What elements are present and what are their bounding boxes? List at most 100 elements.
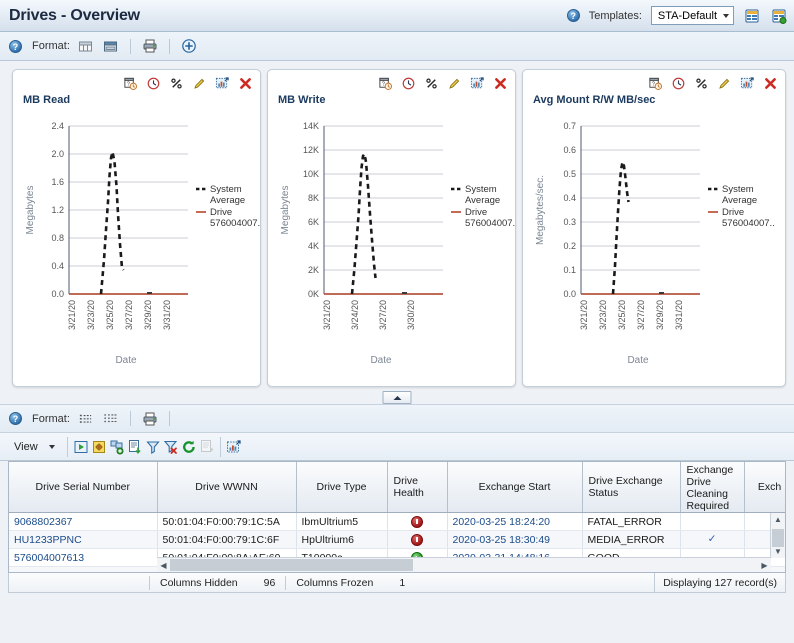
svg-text:3/30/20: 3/30/20 [406,300,416,330]
svg-text:0.1: 0.1 [563,265,576,275]
svg-text:12K: 12K [303,145,319,155]
table-row[interactable]: HU1233PPNC 50:01:04:F0:00:79:1C:6F HpUlt… [9,530,785,549]
column-header-exchange-drive-cleaning-required[interactable]: Exchange Drive Cleaning Required [680,462,745,513]
svg-text:576004007...: 576004007... [722,218,775,229]
clear-filter-icon[interactable] [162,438,180,456]
svg-text:576004007...: 576004007... [210,218,261,229]
table-horizontal-scrollbar[interactable]: ◀ ▶ [157,557,771,572]
cell-drive-serial-number[interactable]: 1310001918 [9,566,158,572]
column-header-exchange-start[interactable]: Exchange Start [447,462,583,513]
edit-icon[interactable] [445,74,463,92]
save-as-new-template-icon[interactable] [770,7,788,25]
table-layout-icon[interactable] [77,37,95,55]
svg-text:Drive: Drive [722,207,744,218]
detach-chart-icon[interactable] [213,74,231,92]
print-icon[interactable] [141,37,159,55]
date-range-icon[interactable]: ? [376,74,394,92]
help-icon[interactable]: ? [9,412,22,425]
svg-text:Megabytes/sec.: Megabytes/sec. [535,175,546,245]
svg-text:0.0: 0.0 [51,289,64,299]
cell-drive-exchange-status: FATAL_ERROR [582,512,681,531]
svg-text:3/29/20: 3/29/20 [655,300,665,330]
cell-exchange-start[interactable]: 2020-03-25 18:24:20 [447,512,583,531]
svg-text:1.6: 1.6 [51,177,64,187]
edit-icon[interactable] [715,74,733,92]
scroll-left-icon[interactable]: ◀ [157,559,170,572]
new-query-icon[interactable] [90,438,108,456]
view-menu-button[interactable]: View [8,439,63,455]
close-icon[interactable] [761,74,779,92]
scroll-up-icon[interactable]: ▲ [771,513,785,526]
print-icon[interactable] [141,410,159,428]
column-header-drive-type[interactable]: Drive Type [296,462,388,513]
edit-icon[interactable] [190,74,208,92]
table-vertical-scrollbar[interactable]: ▲ ▼ [770,513,785,558]
column-header-drive-exchange-status[interactable]: Drive Exchange Status [582,462,681,513]
column-header-exch[interactable]: Exch [744,462,785,513]
chart-legend: System Average Drive 576004007... [708,184,775,229]
percent-icon[interactable] [167,74,185,92]
detail-icon[interactable] [198,438,216,456]
cell-exchange-start[interactable]: 2020-03-25 18:30:49 [447,530,583,549]
time-range-icon[interactable] [399,74,417,92]
svg-text:?: ? [651,81,654,87]
close-icon[interactable] [236,74,254,92]
detach-icon[interactable] [225,438,243,456]
export-icon[interactable] [126,438,144,456]
stacked-layout-icon[interactable] [102,37,120,55]
splitter-collapse-handle[interactable] [382,391,412,404]
columns-hidden-group: Columns Hidden 96 [150,573,285,592]
status-error-icon [411,533,423,546]
save-template-icon[interactable] [743,7,761,25]
status-bar-spacer [9,573,149,592]
date-range-icon[interactable]: ? [121,74,139,92]
cell-drive-serial-number[interactable]: 9068802367 [9,512,158,531]
close-icon[interactable] [491,74,509,92]
svg-text:System: System [722,184,754,195]
column-header-drive-wwnn[interactable]: Drive WWNN [157,462,297,513]
detach-chart-icon[interactable] [738,74,756,92]
column-header-drive-serial-number[interactable]: Drive Serial Number [9,462,158,513]
charts-region: ? MB Read 2.4 2.0 1.6 1.2 0.8 0.4 0.0 Me… [0,61,794,391]
svg-text:0K: 0K [308,289,319,299]
svg-text:576004007...: 576004007... [465,218,516,229]
percent-icon[interactable] [422,74,440,92]
column-header-drive-health[interactable]: Drive Health [387,462,448,513]
table-row[interactable]: 9068802367 50:01:04:F0:00:79:1C:5A IbmUl… [9,512,785,531]
filter-icon[interactable] [144,438,162,456]
toolbar-divider [219,436,221,457]
svg-text:3/21/20: 3/21/20 [579,300,589,330]
time-range-icon[interactable] [669,74,687,92]
svg-text:1.2: 1.2 [51,205,64,215]
cell-drive-serial-number[interactable]: 576004007613 [9,548,158,567]
svg-text:0.0: 0.0 [563,289,576,299]
cell-drive-wwnn: 50:01:04:F0:00:79:1C:5A [157,512,297,531]
execute-icon[interactable] [72,438,90,456]
time-range-icon[interactable] [144,74,162,92]
date-range-icon[interactable]: ? [646,74,664,92]
chart-plot: 0.7 0.6 0.5 0.4 0.3 0.2 0.1 0.0 Megabytes/se… [523,110,785,386]
detach-chart-icon[interactable] [468,74,486,92]
template-select[interactable]: STA-Default [650,6,734,25]
title-bar: Drives - Overview ? Templates: STA-Defau… [0,0,794,32]
svg-text:0.8: 0.8 [51,233,64,243]
cell-drive-serial-number[interactable]: HU1233PPNC [9,530,158,549]
horizontal-scroll-thumb[interactable] [170,559,413,571]
single-list-icon[interactable] [77,410,95,428]
cell-cleaning-required [680,512,745,531]
duplicate-icon[interactable] [108,438,126,456]
add-chart-icon[interactable] [180,37,198,55]
svg-text:3/31/20: 3/31/20 [162,300,172,330]
help-icon[interactable]: ? [566,9,580,22]
refresh-icon[interactable] [180,438,198,456]
svg-text:3/23/20: 3/23/20 [86,300,96,330]
percent-icon[interactable] [692,74,710,92]
records-count: Displaying 127 record(s) [654,573,785,592]
grouped-list-icon[interactable] [102,410,120,428]
scroll-down-icon[interactable]: ▼ [771,545,785,558]
svg-text:3/21/20: 3/21/20 [67,300,77,330]
help-icon[interactable]: ? [9,39,22,53]
scroll-right-icon[interactable]: ▶ [758,559,771,572]
charts-table-splitter [0,391,794,404]
columns-frozen-label: Columns Frozen [296,576,374,589]
